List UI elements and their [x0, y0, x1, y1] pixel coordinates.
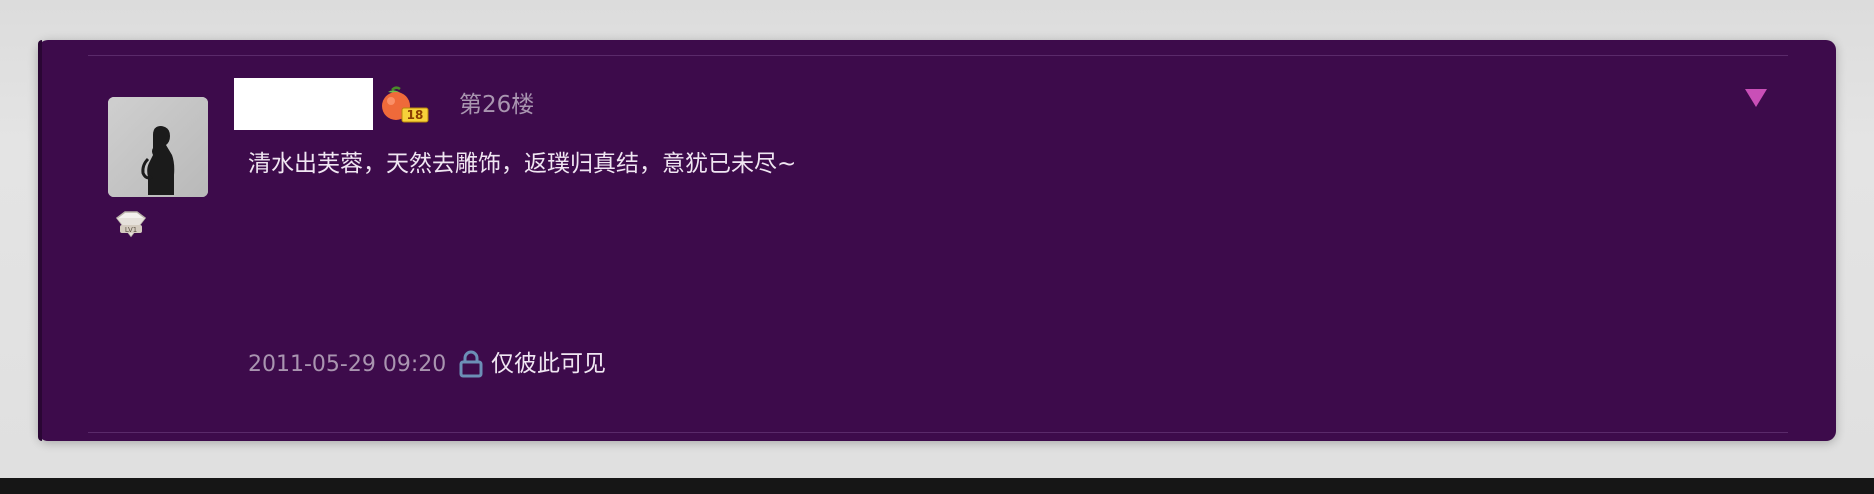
level-badge-text: LV1 [125, 226, 137, 234]
vip-fruit-badge-icon: 18 [382, 86, 429, 123]
vip-badge-number: 18 [407, 108, 424, 122]
avatar-silhouette-image [108, 97, 208, 197]
privacy-label: 仅彼此可见 [491, 351, 606, 377]
username-redacted[interactable] [234, 78, 373, 130]
window-bottom-bar [0, 478, 1874, 494]
user-avatar[interactable] [108, 97, 208, 197]
floor-number: 第26楼 [459, 92, 535, 118]
top-divider [88, 55, 1788, 56]
triangle-down-icon[interactable] [1743, 87, 1769, 109]
post-timestamp: 2011-05-29 09:20 [248, 352, 447, 377]
bottom-divider [88, 432, 1788, 433]
comment-content: 清水出芙蓉，天然去雕饰，返璞归真结，意犹已未尽~ [248, 151, 797, 177]
diamond-level-icon: LV1 [115, 211, 147, 238]
comment-card: LV1 18 第26楼 清水出芙蓉，天然去雕饰，返璞归真结，意犹已未尽~ 201… [38, 40, 1836, 441]
privacy-indicator[interactable]: 仅彼此可见 [459, 346, 606, 382]
lock-icon [459, 350, 483, 378]
